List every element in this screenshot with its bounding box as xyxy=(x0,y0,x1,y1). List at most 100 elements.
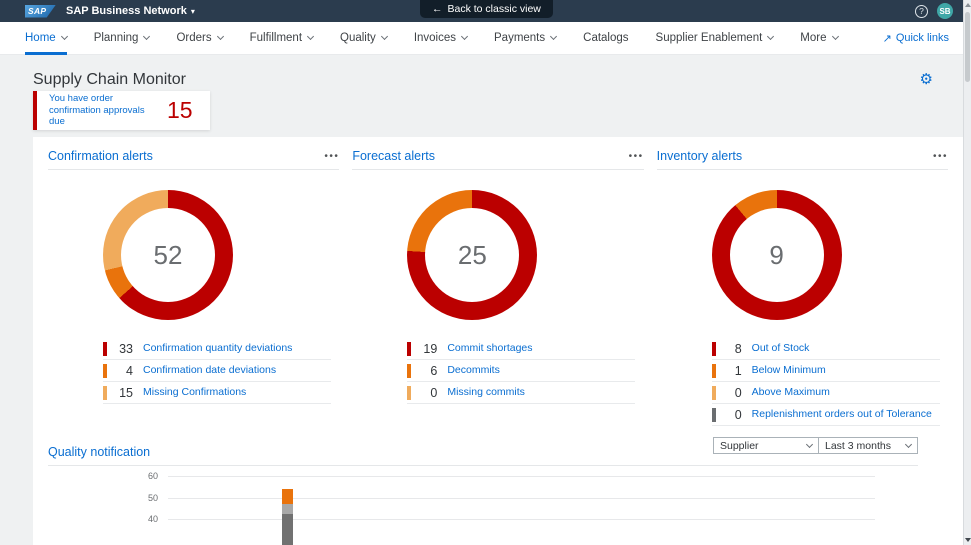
overflow-menu-icon[interactable]: ••• xyxy=(324,151,339,162)
legend-row[interactable]: 0 Replenishment orders out of Tolerance xyxy=(712,404,940,426)
legend-label-link[interactable]: Out of Stock xyxy=(752,342,814,355)
period-select[interactable]: Last 3 months xyxy=(818,437,918,454)
chevron-down-icon xyxy=(307,33,314,40)
nav-item-label: Home xyxy=(25,32,56,44)
legend-row[interactable]: 15 Missing Confirmations xyxy=(103,382,331,404)
overflow-menu-icon[interactable]: ••• xyxy=(629,151,644,162)
legend-value: 0 xyxy=(716,408,742,422)
nav-item-label: Orders xyxy=(176,32,211,44)
card-title-link[interactable]: Inventory alerts xyxy=(657,149,742,163)
shell-bar: SAP SAP Business Network ▾ ← Back to cla… xyxy=(0,0,971,22)
card-title-link[interactable]: Confirmation alerts xyxy=(48,149,153,163)
legend-label-link[interactable]: Confirmation date deviations xyxy=(143,364,280,377)
order-confirmation-alert-card[interactable]: You have order confirmation approvals du… xyxy=(33,91,210,130)
nav-item-home[interactable]: Home xyxy=(25,22,67,55)
nav-item-orders[interactable]: Orders xyxy=(176,22,222,55)
nav-item-fulfillment[interactable]: Fulfillment xyxy=(250,22,313,55)
y-axis-tick-label: 60 xyxy=(48,471,158,481)
legend-label-link[interactable]: Commit shortages xyxy=(447,342,536,355)
sap-logo[interactable]: SAP xyxy=(25,5,56,18)
nav-bar: Home Planning Orders Fulfillment Quality Invo… xyxy=(0,22,971,55)
legend-label-link[interactable]: Missing commits xyxy=(447,386,529,399)
nav-item-label: Invoices xyxy=(414,32,456,44)
chevron-down-icon xyxy=(905,441,912,448)
grid-line xyxy=(168,476,875,477)
nav-item-label: Payments xyxy=(494,32,545,44)
legend-label-link[interactable]: Above Maximum xyxy=(752,386,834,399)
legend-label-link[interactable]: Confirmation quantity deviations xyxy=(143,342,296,355)
quick-links-link[interactable]: ↗ Quick links xyxy=(883,32,949,45)
legend-value: 19 xyxy=(411,342,437,356)
y-axis-tick-label: 40 xyxy=(48,514,158,524)
legend-row[interactable]: 4 Confirmation date deviations xyxy=(103,360,331,382)
legend-value: 4 xyxy=(107,364,133,378)
bar-segment xyxy=(282,504,293,514)
scrollbar-thumb[interactable] xyxy=(965,12,970,82)
donut-chart[interactable]: 9 xyxy=(712,190,842,320)
back-to-classic-view-button[interactable]: ← Back to classic view xyxy=(420,0,553,18)
quick-links-label: Quick links xyxy=(896,32,949,44)
scroll-down-icon[interactable] xyxy=(965,538,971,542)
legend-value: 33 xyxy=(107,342,133,356)
nav-item-label: Supplier Enablement xyxy=(656,32,763,44)
nav-item-invoices[interactable]: Invoices xyxy=(414,22,467,55)
avatar[interactable]: SB xyxy=(937,3,953,19)
overflow-menu-icon[interactable]: ••• xyxy=(933,151,948,162)
nav-item-label: More xyxy=(800,32,826,44)
chevron-down-icon xyxy=(767,33,774,40)
quality-notification-title[interactable]: Quality notification xyxy=(48,445,150,459)
help-icon[interactable]: ? xyxy=(915,5,928,18)
legend-label-link[interactable]: Below Minimum xyxy=(752,364,830,377)
legend-label-link[interactable]: Missing Confirmations xyxy=(143,386,250,399)
alert-text: You have order confirmation approvals du… xyxy=(49,93,159,129)
vertical-scrollbar[interactable] xyxy=(963,0,971,545)
legend-value: 0 xyxy=(411,386,437,400)
legend-row[interactable]: 0 Above Maximum xyxy=(712,382,940,404)
settings-gear-icon[interactable]: ⚙ xyxy=(920,70,933,88)
legend-row[interactable]: 6Decommits xyxy=(407,360,635,382)
legend-row[interactable]: 19 Commit shortages xyxy=(407,338,635,360)
stacked-bar[interactable] xyxy=(282,489,293,545)
nav-item-quality[interactable]: Quality xyxy=(340,22,387,55)
divider xyxy=(48,465,918,466)
legend-value: 8 xyxy=(716,342,742,356)
nav-item-more[interactable]: More xyxy=(800,22,837,55)
period-select-value: Last 3 months xyxy=(825,440,891,452)
legend-row[interactable]: 8 Out of Stock xyxy=(712,338,940,360)
page-title: Supply Chain Monitor xyxy=(33,71,186,89)
nav-item-planning[interactable]: Planning xyxy=(94,22,150,55)
alert-card-inventory-alerts: Inventory alerts ••• 9 8 Out of Stock 1Below … xyxy=(657,145,948,426)
legend-row[interactable]: 0 Missing commits xyxy=(407,382,635,404)
legend-row[interactable]: 33 Confirmation quantity deviations xyxy=(103,338,331,360)
legend-value: 15 xyxy=(107,386,133,400)
alert-card-confirmation-alerts: Confirmation alerts ••• 52 33 Confirmation q… xyxy=(48,145,339,426)
donut-total-value: 25 xyxy=(425,208,519,302)
brand-title[interactable]: SAP Business Network xyxy=(66,5,187,17)
y-axis-tick-label: 50 xyxy=(48,493,158,503)
legend-row[interactable]: 1Below Minimum xyxy=(712,360,940,382)
legend-label-link[interactable]: Decommits xyxy=(447,364,504,377)
bar-segment xyxy=(282,514,293,545)
nav-item-payments[interactable]: Payments xyxy=(494,22,556,55)
legend-value: 0 xyxy=(716,386,742,400)
donut-chart[interactable]: 52 xyxy=(103,190,233,320)
chevron-down-icon xyxy=(381,33,388,40)
nav-item-label: Fulfillment xyxy=(250,32,302,44)
donut-chart[interactable]: 25 xyxy=(407,190,537,320)
back-arrow-icon: ← xyxy=(432,3,443,15)
back-button-label: Back to classic view xyxy=(448,3,541,15)
brand-caret-icon[interactable]: ▾ xyxy=(191,7,195,16)
chevron-down-icon xyxy=(143,33,150,40)
scroll-up-icon[interactable] xyxy=(965,3,971,7)
nav-item-catalogs[interactable]: Catalogs xyxy=(583,22,628,55)
chevron-down-icon xyxy=(806,441,813,448)
legend-label-link[interactable]: Replenishment orders out of Tolerance xyxy=(752,408,936,421)
quality-filters: Supplier Last 3 months xyxy=(713,437,918,454)
card-title-link[interactable]: Forecast alerts xyxy=(352,149,435,163)
supplier-select[interactable]: Supplier xyxy=(713,437,819,454)
sap-logo-text: SAP xyxy=(25,6,46,16)
donut-total-value: 52 xyxy=(121,208,215,302)
chevron-down-icon xyxy=(831,33,838,40)
divider xyxy=(657,169,948,170)
nav-item-supplier-enablement[interactable]: Supplier Enablement xyxy=(656,22,774,55)
